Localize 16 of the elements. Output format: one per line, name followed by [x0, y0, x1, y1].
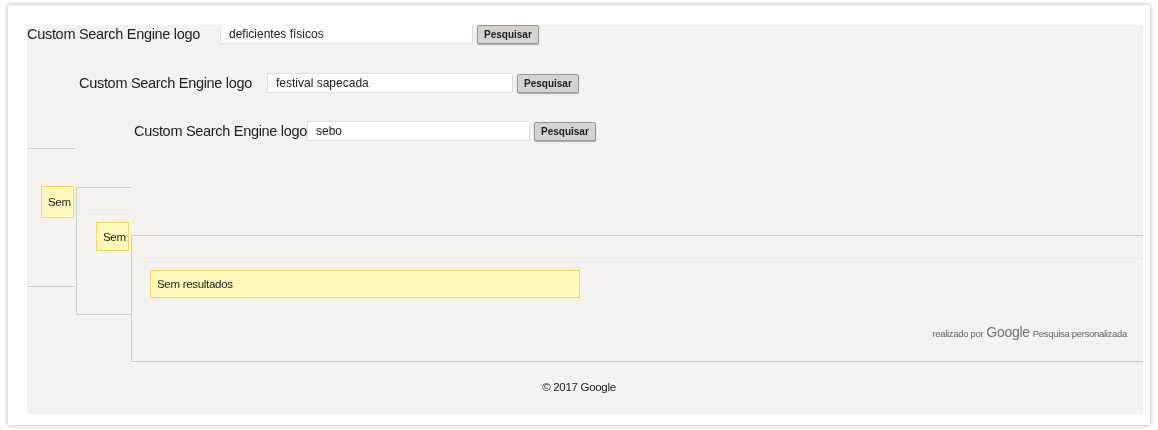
search-button[interactable]: Pesquisar	[517, 73, 579, 93]
powered-by-text: realizado por	[932, 328, 984, 339]
custom-search-text: Pesquisa personalizada	[1032, 328, 1127, 339]
search-field[interactable]: festival sapecada	[267, 73, 513, 93]
logo-alt-text: Custom Search Engine logo	[27, 26, 202, 42]
no-results-message: Sem resultados	[150, 270, 580, 298]
no-results-message: Sem	[96, 222, 129, 251]
search-button[interactable]: Pesquisar	[534, 121, 596, 141]
copyright-text: © 2017 Google	[542, 381, 616, 393]
no-results-message: Sem	[41, 186, 74, 218]
search-field[interactable]: deficientes físicos	[220, 25, 473, 44]
google-logo: Google	[986, 324, 1030, 340]
search-button[interactable]: Pesquisar	[477, 25, 539, 44]
search-field[interactable]: sebo	[307, 121, 530, 141]
logo-alt-text: Custom Search Engine logo	[134, 123, 307, 139]
logo-alt-text: Custom Search Engine logo	[79, 75, 254, 91]
